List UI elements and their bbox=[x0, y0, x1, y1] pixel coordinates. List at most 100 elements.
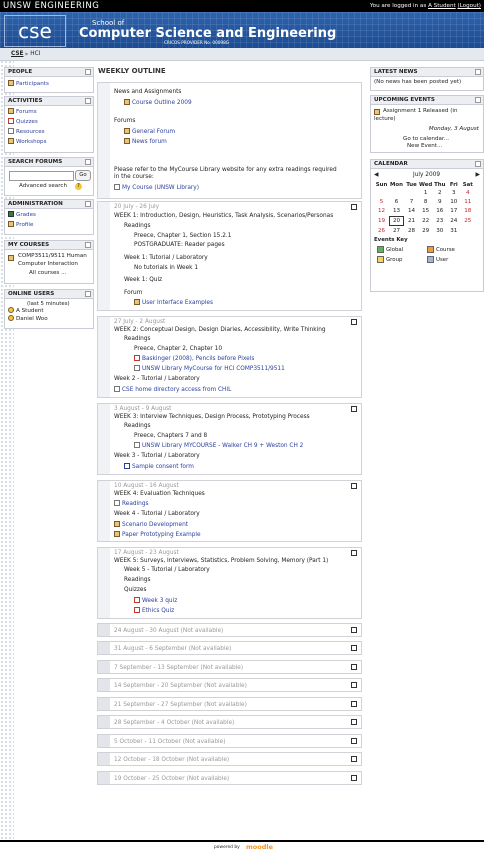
calendar-day[interactable]: 31 bbox=[447, 227, 460, 235]
reading-link[interactable]: Baskinger (2008), Pencils before Pixels bbox=[134, 355, 254, 362]
help-icon[interactable]: ? bbox=[75, 183, 82, 190]
calendar-day[interactable]: 20 bbox=[389, 216, 404, 226]
highlight-toggle[interactable] bbox=[351, 204, 357, 210]
course-link-line1[interactable]: COMP3511/9511 Human bbox=[18, 253, 87, 259]
calendar-day[interactable]: 11 bbox=[461, 198, 474, 206]
calendar-day[interactable]: 14 bbox=[405, 207, 418, 215]
highlight-toggle[interactable] bbox=[351, 550, 357, 556]
calendar-day[interactable]: 8 bbox=[419, 198, 432, 206]
ui-examples-link[interactable]: User Interface Examples bbox=[134, 299, 213, 306]
calendar-day[interactable]: 18 bbox=[461, 207, 474, 215]
moodle-logo[interactable]: moodle bbox=[246, 843, 273, 851]
calendar-day[interactable]: 30 bbox=[433, 227, 446, 235]
calendar-day[interactable]: 3 bbox=[447, 189, 460, 197]
course-outline-link[interactable]: Course Outline 2009 bbox=[124, 99, 192, 106]
quiz-link[interactable]: Ethics Quiz bbox=[134, 607, 174, 614]
collapse-icon[interactable] bbox=[85, 291, 91, 297]
quiz-link[interactable]: Week 3 quiz bbox=[134, 597, 177, 604]
key-course[interactable]: Course bbox=[427, 246, 455, 253]
user-link[interactable]: A Student bbox=[428, 3, 456, 9]
key-group[interactable]: Group bbox=[377, 256, 402, 263]
highlight-toggle[interactable] bbox=[351, 719, 357, 725]
calendar-day[interactable]: 29 bbox=[419, 227, 432, 235]
highlight-toggle[interactable] bbox=[351, 483, 357, 489]
calendar-day[interactable]: 6 bbox=[389, 198, 404, 206]
calendar-day[interactable]: 7 bbox=[405, 198, 418, 206]
calendar-day[interactable]: 19 bbox=[375, 216, 388, 226]
highlight-toggle[interactable] bbox=[351, 756, 357, 762]
calendar-day[interactable]: 12 bbox=[375, 207, 388, 215]
key-global[interactable]: Global bbox=[377, 246, 403, 253]
prev-month-button[interactable]: ◀ bbox=[374, 172, 378, 178]
general-forum-link[interactable]: General Forum bbox=[124, 128, 175, 135]
calendar-day[interactable]: 22 bbox=[419, 216, 432, 226]
activity-forums[interactable]: Forums bbox=[8, 107, 90, 117]
collapse-icon[interactable] bbox=[475, 97, 481, 103]
calendar-day[interactable]: 4 bbox=[461, 189, 474, 197]
reading-link[interactable]: UNSW Library MyCourse for HCI COMP3511/9… bbox=[134, 365, 285, 372]
search-input[interactable] bbox=[9, 171, 74, 181]
activity-workshops[interactable]: Workshops bbox=[8, 137, 90, 147]
highlight-toggle[interactable] bbox=[351, 775, 357, 781]
news-forum-link[interactable]: News forum bbox=[124, 138, 167, 145]
event-link[interactable]: Assignment 1 Released (in bbox=[383, 108, 458, 114]
calendar-day[interactable]: 9 bbox=[433, 198, 446, 206]
next-month-button[interactable]: ▶ bbox=[476, 172, 480, 178]
calendar-day[interactable]: 28 bbox=[405, 227, 418, 235]
collapse-icon[interactable] bbox=[85, 201, 91, 207]
activity-resources[interactable]: Resources bbox=[8, 127, 90, 137]
grades-link[interactable]: Grades bbox=[8, 210, 90, 220]
collapse-icon[interactable] bbox=[85, 69, 91, 75]
breadcrumb-home[interactable]: CSE bbox=[11, 51, 24, 57]
new-event-link[interactable]: New Event... bbox=[407, 143, 442, 149]
chil-access-link[interactable]: CSE home directory access from CHIL bbox=[114, 386, 231, 393]
calendar-day[interactable]: 15 bbox=[419, 207, 432, 215]
calendar-day[interactable]: 2 bbox=[433, 189, 446, 197]
calendar-day[interactable]: 27 bbox=[389, 227, 404, 235]
collapse-icon[interactable] bbox=[475, 161, 481, 167]
calendar-day[interactable]: 1 bbox=[419, 189, 432, 197]
highlight-toggle[interactable] bbox=[351, 664, 357, 670]
highlight-toggle[interactable] bbox=[351, 738, 357, 744]
reading-link[interactable]: UNSW Library MYCOURSE - Walker CH 9 + We… bbox=[134, 442, 303, 449]
highlight-toggle[interactable] bbox=[351, 627, 357, 633]
all-courses-link[interactable]: All courses ... bbox=[29, 270, 66, 276]
collapse-icon[interactable] bbox=[85, 159, 91, 165]
calendar-day[interactable]: 10 bbox=[447, 198, 460, 206]
calendar-day[interactable]: 5 bbox=[375, 198, 388, 206]
calendar-day[interactable]: 21 bbox=[405, 216, 418, 226]
activity-quizzes[interactable]: Quizzes bbox=[8, 117, 90, 127]
highlight-toggle[interactable] bbox=[351, 682, 357, 688]
forums-label: Forums bbox=[114, 118, 136, 124]
event-link-cont[interactable]: lecture) bbox=[374, 116, 396, 122]
key-user[interactable]: User bbox=[427, 256, 448, 263]
highlight-toggle[interactable] bbox=[351, 406, 357, 412]
calendar-day[interactable]: 24 bbox=[447, 216, 460, 226]
collapse-icon[interactable] bbox=[85, 242, 91, 248]
consent-form-link[interactable]: Sample consent form bbox=[124, 463, 194, 470]
collapse-icon[interactable] bbox=[475, 69, 481, 75]
paper-prototyping-link[interactable]: Paper Prototyping Example bbox=[114, 531, 201, 538]
scenario-link[interactable]: Scenario Development bbox=[114, 521, 188, 528]
cse-logo[interactable]: cse bbox=[4, 15, 66, 47]
advanced-search-link[interactable]: Advanced search bbox=[19, 183, 67, 189]
calendar-day[interactable]: 13 bbox=[389, 207, 404, 215]
participants-link[interactable]: Participants bbox=[8, 79, 90, 89]
highlight-toggle[interactable] bbox=[351, 645, 357, 651]
highlight-toggle[interactable] bbox=[351, 319, 357, 325]
goto-calendar-link[interactable]: Go to calendar... bbox=[403, 136, 449, 142]
calendar-day[interactable]: 16 bbox=[433, 207, 446, 215]
calendar-day[interactable]: 26 bbox=[375, 227, 388, 235]
my-course-library-link[interactable]: My Course (UNSW Library) bbox=[114, 184, 199, 191]
logout-link[interactable]: (Logout) bbox=[457, 3, 481, 9]
online-user[interactable]: Daniel Woo bbox=[8, 314, 48, 324]
calendar-day[interactable]: 25 bbox=[461, 216, 474, 226]
collapse-icon[interactable] bbox=[85, 98, 91, 104]
highlight-toggle[interactable] bbox=[351, 701, 357, 707]
readings-link[interactable]: Readings bbox=[114, 500, 149, 507]
go-button[interactable]: Go bbox=[75, 170, 91, 181]
course-link-line2[interactable]: Computer Interaction bbox=[18, 261, 78, 267]
calendar-day[interactable]: 23 bbox=[433, 216, 446, 226]
calendar-day[interactable]: 17 bbox=[447, 207, 460, 215]
profile-link[interactable]: Profile bbox=[8, 220, 90, 230]
